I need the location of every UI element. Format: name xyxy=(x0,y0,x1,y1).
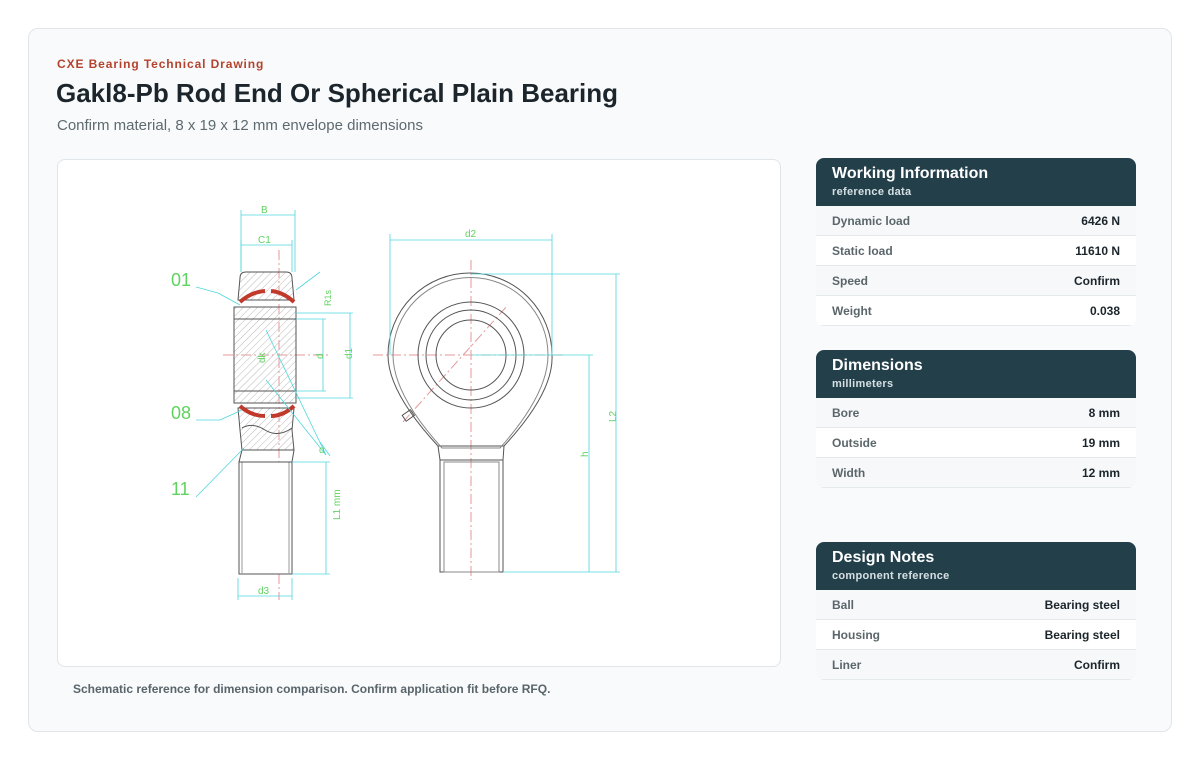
front-view xyxy=(373,260,563,580)
row-value: 6426 N xyxy=(1081,213,1120,228)
part-label-01: 01 xyxy=(171,270,191,290)
working-information-panel: Working Information reference data Dynam… xyxy=(816,158,1136,326)
dim-label-dk: dk xyxy=(257,351,268,363)
dim-label-alpha: α xyxy=(319,445,325,456)
dim-label-d: d xyxy=(315,353,326,359)
row-value: 12 mm xyxy=(1081,465,1120,480)
part-label-11: 11 xyxy=(171,479,190,499)
dimensions-panel: Dimensions millimeters Bore 8 mm Outside 1… xyxy=(816,350,1136,488)
dim-label-d1: d1 xyxy=(344,347,355,359)
dim-label-l1: L1 mm xyxy=(332,489,343,520)
panel-rows: Ball Bearing steel Housing Bearing steel L… xyxy=(816,590,1136,680)
page-title: Gakl8-Pb Rod End Or Spherical Plain Bear… xyxy=(56,78,619,108)
row-value: Confirm xyxy=(1074,657,1120,672)
side-section-view xyxy=(223,250,330,600)
panel-title: Dimensions xyxy=(832,357,923,374)
dim-label-l2: L2 xyxy=(608,410,619,422)
table-row: Static load 11610 N xyxy=(816,236,1136,266)
row-label: Static load xyxy=(832,243,893,258)
row-label: Width xyxy=(832,465,866,480)
drawing-caption: Schematic reference for dimension compar… xyxy=(73,682,551,696)
part-label-08: 08 xyxy=(171,403,191,423)
design-notes-panel: Design Notes component reference Ball Bea… xyxy=(816,542,1136,680)
row-label: Weight xyxy=(832,303,872,318)
row-value: Confirm xyxy=(1074,273,1120,288)
panel-title: Working Information xyxy=(832,165,989,182)
table-row: Dynamic load 6426 N xyxy=(816,206,1136,236)
row-label: Ball xyxy=(832,597,855,612)
panel-rows: Dynamic load 6426 N Static load 11610 N Sp… xyxy=(816,206,1136,326)
table-row: Liner Confirm xyxy=(816,650,1136,680)
table-row: Housing Bearing steel xyxy=(816,620,1136,650)
row-label: Speed xyxy=(832,273,869,288)
drawing-svg: 01 08 11 B C1 R1s dk d d1 α L1 mm d3 d2 … xyxy=(171,205,620,600)
page-subtitle: Confirm material, 8 x 19 x 12 mm envelop… xyxy=(57,117,423,134)
panel-header: Dimensions millimeters xyxy=(816,350,1136,398)
row-value: Bearing steel xyxy=(1044,597,1120,612)
row-label: Dynamic load xyxy=(832,213,911,228)
front-dimensions xyxy=(389,234,620,573)
panel-header: Working Information reference data xyxy=(816,158,1136,206)
panel-subtitle: component reference xyxy=(832,570,950,582)
panel-rows: Bore 8 mm Outside 19 mm Width 12 mm xyxy=(816,398,1136,488)
panel-title: Design Notes xyxy=(832,549,935,566)
panel-subtitle: reference data xyxy=(832,186,912,198)
panel-subtitle: millimeters xyxy=(832,378,894,390)
row-label: Bore xyxy=(832,405,860,420)
row-value: 19 mm xyxy=(1081,435,1120,450)
row-value: 8 mm xyxy=(1088,405,1120,420)
row-value: 11610 N xyxy=(1075,243,1120,258)
row-label: Outside xyxy=(832,435,877,450)
table-row: Bore 8 mm xyxy=(816,398,1136,428)
row-label: Housing xyxy=(832,627,880,642)
table-row: Width 12 mm xyxy=(816,458,1136,488)
table-row: Outside 19 mm xyxy=(816,428,1136,458)
row-label: Liner xyxy=(832,657,862,672)
product-card: CXE Bearing Technical Drawing Gakl8-Pb R… xyxy=(28,28,1172,732)
dim-label-h: h xyxy=(580,451,591,457)
panel-header: Design Notes component reference xyxy=(816,542,1136,590)
dim-label-b: B xyxy=(261,205,268,216)
technical-drawing: 01 08 11 B C1 R1s dk d d1 α L1 mm d3 d2 … xyxy=(57,159,781,667)
brand-eyebrow: CXE Bearing Technical Drawing xyxy=(57,57,265,71)
dim-label-d3: d3 xyxy=(258,586,270,597)
dim-label-r1s: R1s xyxy=(323,289,333,306)
dim-label-d2: d2 xyxy=(465,229,477,240)
row-value: 0.038 xyxy=(1089,303,1120,318)
table-row: Ball Bearing steel xyxy=(816,590,1136,620)
dim-label-c1: C1 xyxy=(258,235,271,246)
table-row: Speed Confirm xyxy=(816,266,1136,296)
table-row: Weight 0.038 xyxy=(816,296,1136,326)
row-value: Bearing steel xyxy=(1044,627,1120,642)
